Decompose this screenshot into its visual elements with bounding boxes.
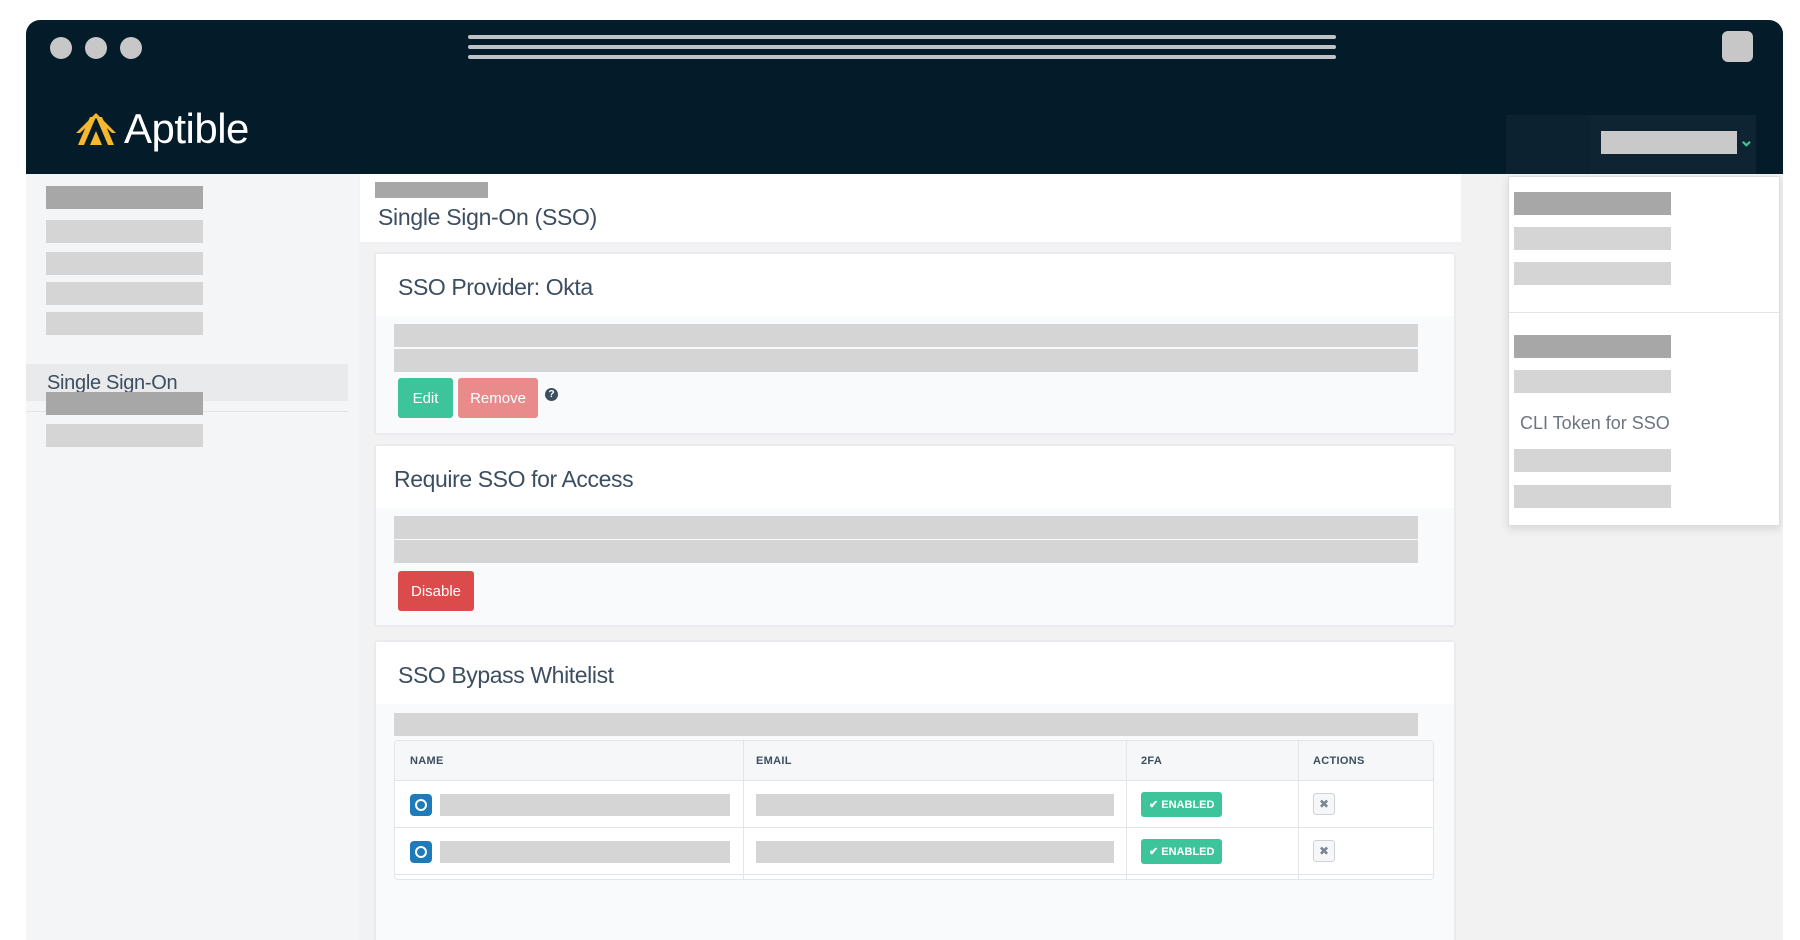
twofa-enabled-badge: ✔ ENABLED [1141,792,1223,817]
browser-window: Aptible ⌄ Single Sign-On Single Sign-On … [26,20,1783,940]
user-icon [410,841,432,863]
brand-name: Aptible [124,105,249,152]
dropdown-item[interactable] [1514,370,1671,393]
dropdown-item[interactable] [1514,262,1671,285]
sidebar-item[interactable] [46,186,203,209]
sso-bypass-whitelist-panel: SSO Bypass Whitelist NAME EMAIL 2FA ACTI… [374,640,1456,940]
remove-button[interactable]: Remove [458,378,538,418]
sidebar-item[interactable] [46,424,203,447]
dropdown-item[interactable] [1514,227,1671,250]
page-title: Single Sign-On (SSO) [378,204,597,230]
help-icon[interactable]: ? [545,388,558,401]
window-button[interactable] [1722,31,1753,62]
panel-body [376,508,1454,625]
email-placeholder [756,794,1114,816]
sidebar-item[interactable] [46,282,203,305]
window-maximize-dot[interactable] [120,37,142,59]
app-header: Aptible ⌄ [26,95,1783,174]
column-header-name[interactable]: NAME [410,755,444,767]
name-placeholder [440,841,730,863]
table-row: ✔ ENABLED ✖ [395,781,1433,828]
email-placeholder [756,841,1114,863]
column-header-actions[interactable]: ACTIONS [1313,755,1365,767]
name-placeholder [440,794,730,816]
account-name-placeholder [1601,131,1737,154]
title-bar [26,20,1783,95]
chevron-down-icon: ⌄ [1738,130,1754,150]
dropdown-item[interactable] [1514,485,1671,508]
account-menu-button[interactable]: ⌄ [1590,115,1756,174]
require-sso-panel: Require SSO for Access Disable [374,444,1456,627]
sidebar-item[interactable] [46,392,203,415]
sidebar-item[interactable] [46,220,203,243]
sso-provider-panel: SSO Provider: Okta Edit Remove ? [374,252,1456,435]
aptible-logo-icon [76,113,116,145]
edit-button[interactable]: Edit [398,378,453,418]
header-spacer [1506,115,1590,174]
panel-header: SSO Provider: Okta [376,254,1454,316]
dropdown-item[interactable] [1514,449,1671,472]
sidebar-item[interactable] [46,312,203,335]
text-placeholder [394,713,1418,736]
column-header-2fa[interactable]: 2FA [1141,755,1162,767]
sidebar-item[interactable] [46,252,203,275]
disable-button[interactable]: Disable [398,571,474,611]
panel-title: SSO Provider: Okta [398,274,593,300]
aptible-logo[interactable]: Aptible [76,105,249,153]
account-dropdown-menu: CLI Token for SSO [1508,176,1780,526]
column-header-email[interactable]: EMAIL [756,755,792,767]
breadcrumb[interactable] [375,182,488,198]
sidebar: Single Sign-On [26,174,359,940]
panel-title: Require SSO for Access [394,466,634,492]
user-icon [410,794,432,816]
window-minimize-dot[interactable] [85,37,107,59]
panel-header: SSO Bypass Whitelist [376,642,1454,704]
text-placeholder [394,349,1418,372]
panel-title: SSO Bypass Whitelist [398,662,614,688]
dropdown-divider [1509,312,1779,313]
whitelist-table: NAME EMAIL 2FA ACTIONS ✔ ENABLED ✖ ✔ ENA… [394,740,1434,880]
table-row: ✔ ENABLED ✖ [395,828,1433,875]
text-placeholder [394,540,1418,563]
table-header: NAME EMAIL 2FA ACTIONS [395,741,1433,781]
dropdown-item-cli-token-for-sso[interactable]: CLI Token for SSO [1520,413,1670,434]
window-close-dot[interactable] [50,37,72,59]
remove-user-button[interactable]: ✖ [1313,793,1335,815]
text-placeholder [394,516,1418,539]
text-placeholder [394,324,1418,347]
dropdown-section-header [1514,335,1671,358]
dropdown-section-header [1514,192,1671,215]
address-bar[interactable] [468,35,1336,65]
panel-header: Require SSO for Access [376,446,1454,508]
page-header: Single Sign-On (SSO) [360,174,1461,245]
twofa-enabled-badge: ✔ ENABLED [1141,839,1223,864]
remove-user-button[interactable]: ✖ [1313,840,1335,862]
